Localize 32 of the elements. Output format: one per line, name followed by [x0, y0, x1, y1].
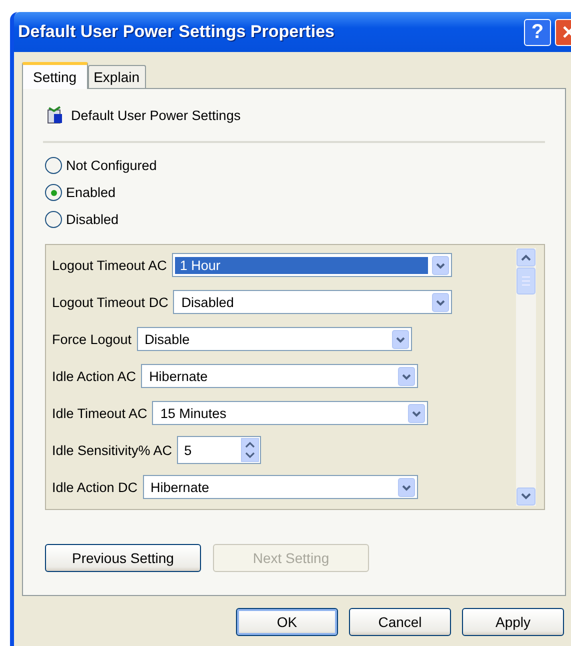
radio-option[interactable]: Not Configured: [45, 155, 545, 176]
radio-button[interactable]: [45, 184, 62, 201]
policy-name: Default User Power Settings: [71, 108, 241, 122]
setting-label: Force Logout: [52, 332, 132, 346]
dropdown[interactable]: 15 Minutes: [152, 401, 428, 425]
help-button[interactable]: ?: [524, 18, 551, 46]
spinner-arrows-icon[interactable]: [241, 438, 260, 462]
radio-button[interactable]: [45, 157, 62, 174]
dialog-button[interactable]: OK: [236, 608, 338, 636]
window-title: Default User Power Settings Properties: [18, 22, 336, 42]
dialog-button[interactable]: Apply: [462, 608, 564, 636]
dropdown[interactable]: Hibernate: [141, 364, 418, 388]
setting-label: Logout Timeout AC: [52, 258, 167, 272]
policy-icon: [45, 105, 65, 125]
tab[interactable]: Explain: [88, 65, 146, 88]
setting-label: Idle Action DC: [52, 480, 138, 494]
scrollbar[interactable]: [516, 248, 536, 506]
dropdown[interactable]: Disable: [136, 327, 412, 351]
radio-option[interactable]: Enabled: [45, 182, 545, 203]
setting-label: Idle Sensitivity% AC: [52, 442, 172, 458]
setting-label: Idle Action AC: [52, 368, 136, 384]
setting-label: Idle Timeout AC: [52, 406, 148, 420]
tab[interactable]: Setting: [22, 62, 88, 89]
setting-label: Logout Timeout DC: [52, 294, 168, 310]
navigation-button[interactable]: Previous Setting: [45, 544, 201, 572]
spinner-field[interactable]: 5: [177, 436, 262, 464]
radio-button[interactable]: [45, 211, 62, 228]
dropdown[interactable]: 1 Hour: [172, 253, 452, 277]
dropdown[interactable]: Disabled: [173, 290, 452, 314]
radio-option[interactable]: Disabled: [45, 209, 545, 230]
dropdown[interactable]: Hibernate: [142, 475, 418, 499]
dialog-button[interactable]: Cancel: [349, 608, 451, 636]
